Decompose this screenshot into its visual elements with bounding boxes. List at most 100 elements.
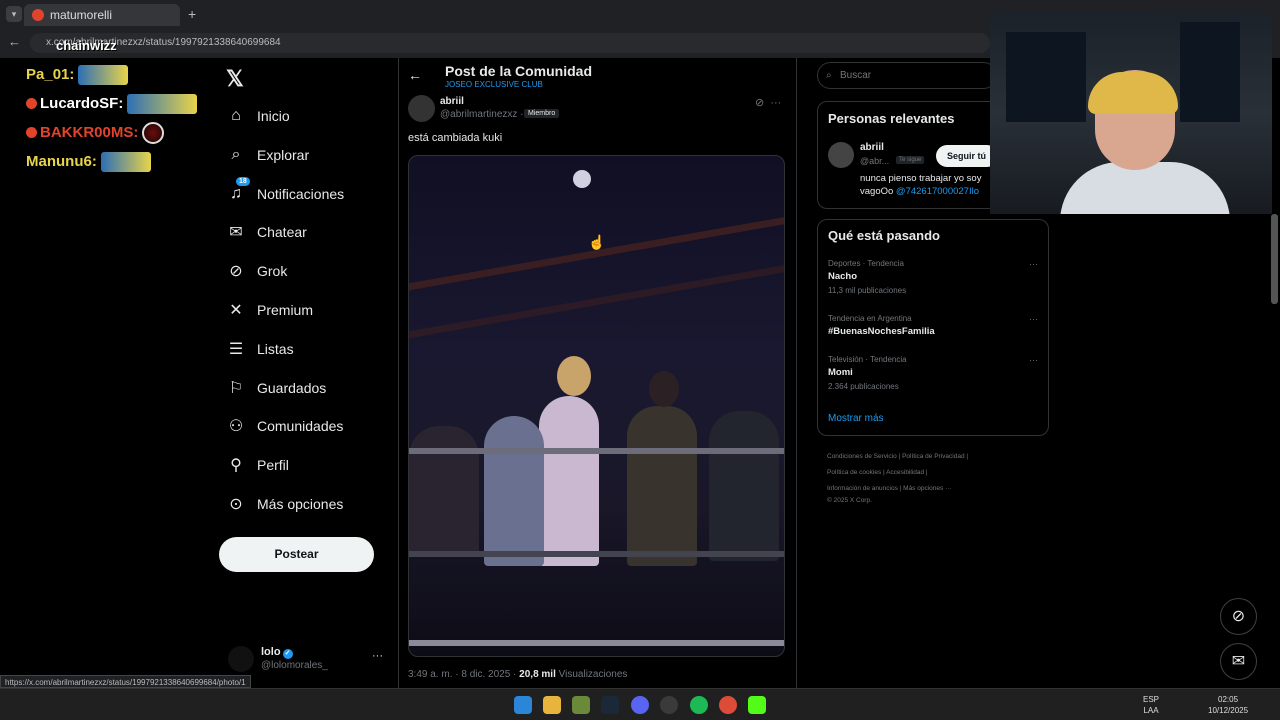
emote-image <box>100 151 151 172</box>
webcam-shirt <box>1060 162 1230 214</box>
sidebar-item-label: Notificaciones <box>257 186 345 202</box>
footer-link[interactable]: Información de anuncios <box>827 485 898 492</box>
avatar <box>228 646 254 672</box>
trend-category: Deportes · Tendencia <box>828 259 904 268</box>
chat-line: BAKKR00MS: <box>26 118 216 147</box>
show-more-link[interactable]: Mostrar más <box>828 413 884 424</box>
sidebar-item-chatear[interactable]: ✉ Chatear <box>226 220 307 244</box>
photo-beam <box>409 259 784 340</box>
more-dots-icon[interactable]: ··· <box>1029 259 1038 269</box>
footer-link[interactable]: Más opciones ··· <box>903 485 951 492</box>
footer-link[interactable]: Política de Privacidad <box>902 453 965 460</box>
search-icon: ⌕ <box>231 146 241 163</box>
post-button[interactable]: Postear <box>219 537 374 572</box>
sidebar-item-notificaciones[interactable]: ♫ 18 Notificaciones <box>226 177 345 206</box>
grok-icon[interactable]: ⊘ <box>755 97 764 109</box>
sidebar-item-label: Explorar <box>257 147 310 163</box>
post-time[interactable]: 3:49 a. m. · 8 dic. 2025 · <box>408 669 516 680</box>
app-icon[interactable] <box>572 696 590 714</box>
windows-start-icon[interactable] <box>514 696 532 714</box>
sidebar-item-perfil[interactable]: ⚲ Perfil <box>226 453 289 477</box>
sidebar-item-label: Inicio <box>257 108 290 124</box>
page-scrollbar[interactable] <box>1271 214 1278 304</box>
obs-icon[interactable] <box>660 696 678 714</box>
discord-icon[interactable] <box>631 696 649 714</box>
sidebar-item-label: Premium <box>257 302 314 318</box>
sidebar-item-label: Comunidades <box>257 418 344 434</box>
trends-title: Qué está pasando <box>828 228 940 243</box>
language-indicator[interactable]: ESP LAA <box>1143 694 1159 716</box>
sidebar-item-comunidades[interactable]: ⚇ Comunidades <box>226 414 344 438</box>
account-switcher[interactable]: lolo ✓ @lolomorales_ ··· <box>228 644 388 674</box>
sidebar-item-grok[interactable]: ⊘ Grok <box>226 259 287 283</box>
spotify-icon[interactable] <box>690 696 708 714</box>
kick-icon[interactable] <box>748 696 766 714</box>
tab-title: matumorelli <box>50 8 113 22</box>
footer-separator: | <box>899 485 902 492</box>
trend-count: 2.364 publicaciones <box>828 382 899 391</box>
bell-icon: ♫ 18 <box>226 177 250 204</box>
x-icon: ✕ <box>229 302 243 319</box>
trend-item[interactable]: Deportes · Tendencia Nacho 11,3 mil publ… <box>828 259 1038 295</box>
search-input[interactable]: ⌕ Buscar <box>817 62 997 89</box>
follow-button[interactable]: Seguir tú <box>936 145 998 167</box>
photo-person <box>709 411 779 561</box>
copyright: © 2025 X Corp. <box>827 497 872 504</box>
more-dots-icon[interactable]: ··· <box>1029 355 1038 365</box>
author-handle[interactable]: @abrilmartinezxz · <box>440 109 524 120</box>
steam-icon[interactable] <box>601 696 619 714</box>
mail-icon: ✉ <box>229 224 243 241</box>
address-bar[interactable]: x.com/abrilmartinezxz/status/19979213386… <box>30 33 990 53</box>
x-logo-icon[interactable]: 𝕏 <box>226 66 244 92</box>
photo-head <box>557 356 591 396</box>
trend-item[interactable]: Tendencia en Argentina #BuenasNochesFami… <box>828 314 1038 337</box>
sidebar-item-mas-opciones[interactable]: ⊙ Más opciones <box>226 492 343 516</box>
stream-name-overlay: chainwizz <box>56 38 117 53</box>
sidebar-item-label: Chatear <box>257 224 307 240</box>
messages-float-button[interactable]: ✉ <box>1220 643 1257 680</box>
hand-cursor-icon: ☝ <box>588 234 606 250</box>
chrome-icon[interactable] <box>719 696 737 714</box>
follows-you-badge: Te sigue <box>896 156 925 164</box>
post-photo[interactable] <box>408 155 785 657</box>
new-tab-plus-icon[interactable]: + <box>188 6 196 22</box>
avatar[interactable] <box>828 142 854 168</box>
tab-favicon-icon <box>32 9 44 21</box>
author-name[interactable]: abriil <box>440 96 464 107</box>
browser-back-icon[interactable]: ← <box>8 34 21 49</box>
photo-person <box>539 396 599 566</box>
clock[interactable]: 02:05 10/12/2025 <box>1208 694 1248 716</box>
bio-link[interactable]: @742617000027Ilo <box>896 186 979 197</box>
back-arrow-icon[interactable]: ← <box>408 67 422 83</box>
footer-link[interactable]: Accesibilidad <box>886 469 924 476</box>
footer-link[interactable]: Condiciones de Servicio <box>827 453 897 460</box>
sidebar-item-guardados[interactable]: ⚐ Guardados <box>226 376 326 400</box>
more-dots-icon[interactable]: ··· <box>770 97 781 109</box>
author-avatar[interactable] <box>408 95 435 122</box>
community-link[interactable]: JOSEO EXCLUSIVE CLUB <box>445 80 543 89</box>
tab-list-chevron-icon[interactable]: ▾ <box>6 6 22 22</box>
verified-badge-icon: ✓ <box>282 649 293 659</box>
file-explorer-icon[interactable] <box>543 696 561 714</box>
relevant-handle[interactable]: @abr... <box>860 156 889 166</box>
more-dots-icon[interactable]: ··· <box>1029 314 1038 324</box>
sidebar-item-inicio[interactable]: ⌂ Inicio <box>226 104 290 128</box>
lang-layout: LAA <box>1143 706 1159 715</box>
chat-user: Pa_01: <box>26 66 75 83</box>
grok-float-button[interactable]: ⊘ <box>1220 598 1257 635</box>
grok-icon: ⊘ <box>229 263 243 280</box>
browser-tab[interactable]: matumorelli <box>24 4 180 26</box>
footer-link[interactable]: Política de cookies <box>827 469 881 476</box>
live-dot-icon <box>26 127 37 138</box>
sidebar-item-explorar[interactable]: ⌕ Explorar <box>226 143 310 167</box>
sidebar-item-listas[interactable]: ☰ Listas <box>226 337 294 361</box>
lang-code: ESP <box>1143 695 1160 704</box>
column-divider <box>796 58 797 688</box>
photo-person <box>409 426 479 556</box>
more-circle-icon: ⊙ <box>229 496 243 513</box>
trend-item[interactable]: Televisión · Tendencia Momi 2.364 public… <box>828 355 1038 391</box>
relevant-name[interactable]: abriil <box>860 142 884 153</box>
sidebar-item-premium[interactable]: ✕ Premium <box>226 298 313 322</box>
more-dots-icon[interactable]: ··· <box>372 650 383 662</box>
relevant-bio: nunca pienso trabajar yo soy vagoOo @742… <box>860 172 1000 198</box>
